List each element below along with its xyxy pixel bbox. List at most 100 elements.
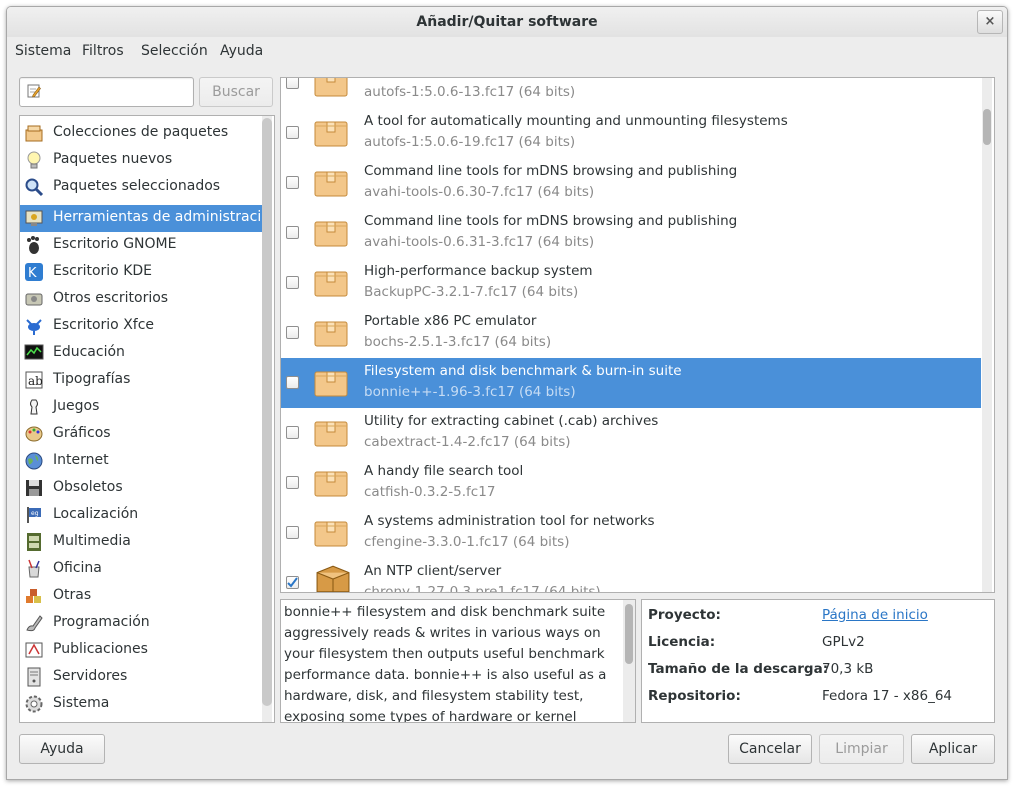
- category-item-colecciones-de-paquetes[interactable]: Colecciones de paquetes: [20, 120, 262, 147]
- package-checkbox[interactable]: [286, 426, 299, 439]
- package-row[interactable]: High-performance backup system BackupPC-3…: [281, 258, 981, 308]
- category-scrollbar[interactable]: [262, 118, 272, 706]
- category-label: Publicaciones: [53, 641, 148, 657]
- floppy-disk-icon: [26, 480, 42, 496]
- category-item-herramientas-de-administracion[interactable]: Herramientas de administración: [20, 205, 274, 232]
- details-panel: Proyecto: Página de inicio Licencia: GPL…: [641, 599, 995, 723]
- category-item-servidores[interactable]: Servidores: [20, 664, 262, 691]
- package-summary: Filesystem and disk benchmark & burn-in …: [364, 363, 682, 379]
- package-checkbox[interactable]: [286, 476, 299, 489]
- category-item-sistema[interactable]: Sistema: [20, 691, 262, 718]
- category-item-tipografias[interactable]: ab Tipografías: [20, 367, 262, 394]
- category-list: Colecciones de paquetes Paquetes nuevos Pa…: [19, 115, 275, 723]
- blocks-icon: [26, 589, 41, 603]
- package-version: bochs-2.5.1-3.fc17 (64 bits): [364, 334, 552, 350]
- category-item-graficos[interactable]: Gráficos: [20, 421, 262, 448]
- cancel-button[interactable]: Cancelar: [728, 734, 812, 764]
- package-summary: Utility for extracting cabinet (.cab) ar…: [364, 413, 659, 429]
- package-row[interactable]: A tool for automatically mounting and un…: [281, 108, 981, 158]
- package-row[interactable]: A handy file search tool catfish-0.3.2-5.…: [281, 458, 981, 508]
- category-item-otros-escritorios[interactable]: Otros escritorios: [20, 286, 262, 313]
- kde-icon: K: [25, 263, 43, 281]
- package-checkbox[interactable]: [286, 326, 299, 339]
- repository-value: Fedora 17 - x86_64: [822, 688, 953, 704]
- package-row[interactable]: A tool for automatically mounting and un…: [281, 78, 981, 108]
- package-row[interactable]: An NTP client/server chrony-1.27-0.3.pre1…: [281, 558, 981, 592]
- cog-icon: [25, 695, 43, 713]
- category-item-obsoletos[interactable]: Obsoletos: [20, 475, 262, 502]
- category-item-paquetes-nuevos[interactable]: Paquetes nuevos: [20, 147, 262, 174]
- package-version: autofs-1:5.0.6-19.fc17 (64 bits): [364, 134, 576, 150]
- category-label: Escritorio KDE: [53, 263, 153, 279]
- category-label: Servidores: [53, 668, 128, 684]
- package-scrollbar[interactable]: [983, 109, 991, 145]
- category-item-otras[interactable]: Otras: [20, 583, 262, 610]
- package-summary: Command line tools for mDNS browsing and…: [364, 163, 738, 179]
- title-bar: Añadir/Quitar software ×: [7, 7, 1007, 37]
- package-checkbox[interactable]: [286, 126, 299, 139]
- homepage-link[interactable]: Página de inicio: [822, 607, 928, 623]
- package-row[interactable]: Command line tools for mDNS browsing and…: [281, 158, 981, 208]
- package-row[interactable]: Command line tools for mDNS browsing and…: [281, 208, 981, 258]
- apply-button[interactable]: Aplicar: [911, 734, 995, 764]
- category-item-educacion[interactable]: Educación: [20, 340, 262, 367]
- package-summary: A systems administration tool for networ…: [364, 513, 655, 529]
- category-label: Escritorio GNOME: [53, 236, 177, 252]
- book-icon: [25, 642, 43, 658]
- description-panel: bonnie++ filesystem and disk benchmark s…: [280, 599, 636, 723]
- package-checkbox[interactable]: [286, 176, 299, 189]
- category-item-multimedia[interactable]: Multimedia: [20, 529, 262, 556]
- category-label: Programación: [53, 614, 150, 630]
- menu-sistema[interactable]: Sistema: [15, 43, 71, 59]
- help-button[interactable]: Ayuda: [19, 734, 105, 764]
- package-checkbox[interactable]: [286, 526, 299, 539]
- category-label: Paquetes nuevos: [53, 151, 173, 167]
- font-icon: ab: [25, 371, 43, 389]
- package-row[interactable]: Utility for extracting cabinet (.cab) ar…: [281, 408, 981, 458]
- category-item-internet[interactable]: Internet: [20, 448, 262, 475]
- search-button[interactable]: Buscar: [199, 77, 273, 107]
- category-item-publicaciones[interactable]: Publicaciones: [20, 637, 262, 664]
- package-row[interactable]: Filesystem and disk benchmark & burn-in …: [281, 358, 981, 408]
- menu-seleccion[interactable]: Selección: [141, 43, 208, 59]
- category-label: Paquetes seleccionados: [53, 178, 221, 194]
- category-item-oficina[interactable]: Oficina: [20, 556, 262, 583]
- package-summary: An NTP client/server: [364, 563, 502, 579]
- package-summary: Command line tools for mDNS browsing and…: [364, 213, 738, 229]
- category-item-localizacion[interactable]: eg Localización: [20, 502, 262, 529]
- description-scrollbar[interactable]: [625, 604, 633, 664]
- package-checkbox[interactable]: [286, 576, 299, 589]
- package-icon: [314, 78, 348, 97]
- package-checkbox[interactable]: [286, 78, 299, 89]
- clear-button[interactable]: Limpiar: [819, 734, 904, 764]
- package-row[interactable]: A systems administration tool for networ…: [281, 508, 981, 558]
- package-checkbox[interactable]: [286, 226, 299, 239]
- category-item-programacion[interactable]: Programación: [20, 610, 262, 637]
- package-summary: A handy file search tool: [364, 463, 524, 479]
- category-item-escritorio-kde[interactable]: K Escritorio KDE: [20, 259, 262, 286]
- category-label: Sistema: [53, 695, 110, 711]
- package-version: BackupPC-3.2.1-7.fc17 (64 bits): [364, 284, 579, 300]
- menu-ayuda[interactable]: Ayuda: [220, 43, 263, 59]
- package-icon: [314, 171, 348, 197]
- search-input[interactable]: [46, 81, 190, 103]
- package-icon: [314, 421, 348, 447]
- pen-cup-icon: [28, 559, 40, 578]
- category-item-paquetes-seleccionados[interactable]: Paquetes seleccionados: [20, 174, 262, 201]
- category-item-escritorio-gnome[interactable]: Escritorio GNOME: [20, 232, 262, 259]
- lightbulb-icon: [27, 151, 41, 169]
- category-label: Obsoletos: [53, 479, 123, 495]
- package-checkbox[interactable]: [286, 376, 299, 389]
- package-list: A tool for automatically mounting and un…: [280, 77, 995, 593]
- flag-icon: eg: [27, 507, 41, 523]
- magnifier-icon: [25, 178, 44, 197]
- search-field[interactable]: [19, 77, 194, 107]
- close-button[interactable]: ×: [977, 10, 1003, 34]
- package-checkbox[interactable]: [286, 276, 299, 289]
- package-row[interactable]: Portable x86 PC emulator bochs-2.5.1-3.fc…: [281, 308, 981, 358]
- menu-filtros[interactable]: Filtros: [82, 43, 124, 59]
- category-item-juegos[interactable]: Juegos: [20, 394, 262, 421]
- category-label: Educación: [53, 344, 125, 360]
- category-item-escritorio-xfce[interactable]: Escritorio Xfce: [20, 313, 262, 340]
- download-size-label: Tamaño de la descarga:: [648, 661, 829, 677]
